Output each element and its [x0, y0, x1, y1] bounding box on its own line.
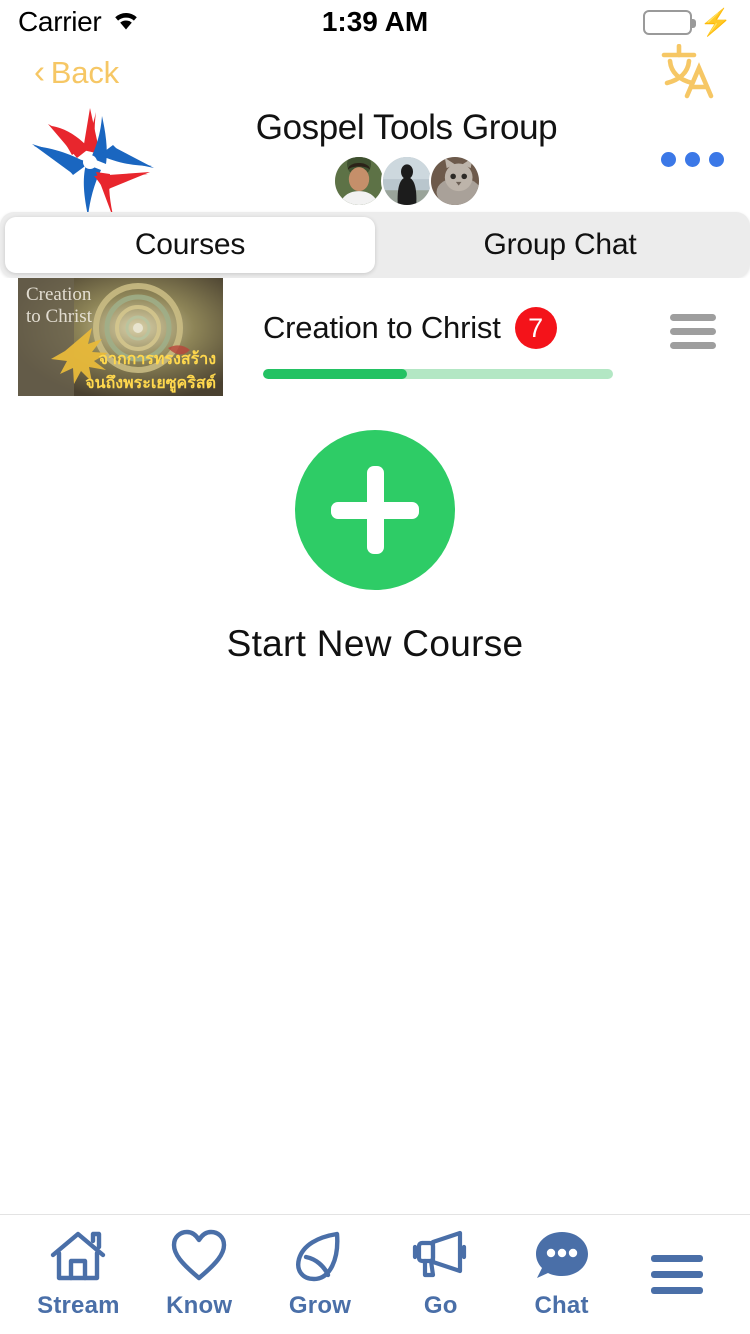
course-progress-bar [263, 369, 613, 379]
course-progress-fill [263, 369, 407, 379]
content-area: Creation to Christ จากการทรงสร้าง จนถึงพ… [0, 278, 750, 1214]
svg-text:Creation: Creation [26, 284, 92, 305]
carrier-label: Carrier [18, 6, 102, 37]
back-button[interactable]: ‹ Back [34, 55, 119, 91]
course-badge-count: 7 [514, 307, 557, 349]
nav-label-know: Know [166, 1292, 233, 1319]
drag-handle-icon[interactable] [650, 314, 716, 349]
course-details: Creation to Christ 7 [223, 278, 650, 379]
chevron-left-icon: ‹ [34, 53, 45, 90]
member-avatar-1[interactable] [332, 154, 385, 207]
nav-label-chat: Chat [534, 1292, 589, 1319]
chat-bubble-icon [533, 1229, 591, 1283]
nav-label-grow: Grow [288, 1292, 352, 1319]
app-screen: Carrier 1:39 AM ⚡ ‹ Back Gospel Tools Gr… [0, 0, 750, 1334]
nav-label-go: Go [423, 1292, 458, 1319]
more-options-icon[interactable] [661, 151, 724, 167]
hamburger-menu-icon[interactable] [622, 1215, 732, 1334]
segmented-tab-bar: Courses Group Chat [0, 212, 750, 278]
nav-label-stream: Stream [37, 1292, 120, 1319]
heart-icon [171, 1229, 227, 1283]
translate-icon[interactable] [658, 42, 720, 105]
tab-courses[interactable]: Courses [5, 217, 375, 273]
svg-text:จนถึงพระเยซูคริสต์: จนถึงพระเยซูคริสต์ [85, 373, 216, 394]
navigation-bar: ‹ Back [0, 42, 750, 105]
group-header: Gospel Tools Group [0, 102, 750, 220]
battery-full-icon [642, 9, 696, 35]
wifi-icon [111, 9, 141, 36]
nav-item-stream[interactable]: Stream [18, 1215, 139, 1334]
group-title: Gospel Tools Group [255, 107, 558, 147]
megaphone-icon [411, 1229, 471, 1283]
svg-text:to Christ: to Christ [26, 306, 93, 327]
member-avatar-3[interactable] [428, 154, 481, 207]
status-bar-left: Carrier [18, 6, 141, 38]
svg-text:จากการทรงสร้าง: จากการทรงสร้าง [99, 349, 216, 368]
course-title: Creation to Christ [263, 309, 501, 345]
course-thumbnail[interactable]: Creation to Christ จากการทรงสร้าง จนถึงพ… [18, 278, 223, 396]
gospel-tools-star-logo [28, 102, 158, 220]
start-new-course-block: Start New Course [0, 430, 750, 665]
leaf-icon [292, 1229, 348, 1283]
group-identity: Gospel Tools Group [152, 108, 661, 207]
nav-item-go[interactable]: Go [380, 1215, 501, 1334]
member-avatars[interactable] [332, 154, 481, 207]
member-avatar-2[interactable] [380, 154, 433, 207]
add-course-button[interactable] [295, 430, 455, 590]
tab-group-chat[interactable]: Group Chat [375, 217, 745, 273]
status-bar-right: ⚡ [642, 7, 732, 37]
course-list-item[interactable]: Creation to Christ จากการทรงสร้าง จนถึงพ… [0, 278, 750, 398]
nav-item-chat[interactable]: Chat [501, 1215, 622, 1334]
status-bar: Carrier 1:39 AM ⚡ [0, 0, 750, 44]
nav-item-grow[interactable]: Grow [260, 1215, 381, 1334]
home-icon [49, 1229, 107, 1283]
back-button-label: Back [50, 55, 119, 90]
nav-item-know[interactable]: Know [139, 1215, 260, 1334]
start-new-course-label[interactable]: Start New Course [227, 623, 524, 665]
lightning-bolt-icon: ⚡ [699, 7, 732, 37]
course-title-row: Creation to Christ 7 [263, 306, 650, 349]
bottom-navigation-bar: Stream Know Grow Go Chat [0, 1214, 750, 1334]
